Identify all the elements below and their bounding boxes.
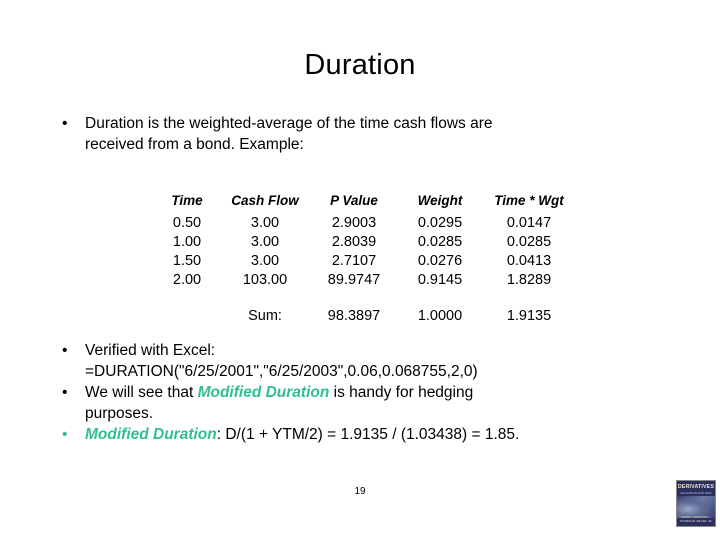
bullet-line-1: Duration is the weighted-average of the … bbox=[85, 115, 493, 132]
cell-cash-flow: 103.00 bbox=[242, 271, 288, 288]
cell-time-wgt: 0.0413 bbox=[506, 252, 552, 269]
bullet-text-pre: We will see that bbox=[85, 384, 198, 401]
slide-canvas: Duration • Duration is the weighted-aver… bbox=[0, 0, 720, 540]
column-header-weight: Weight bbox=[417, 193, 463, 208]
sum-p-value: 98.3897 bbox=[327, 308, 381, 324]
sum-weight: 1.0000 bbox=[417, 308, 463, 324]
cell-weight: 0.0295 bbox=[417, 214, 463, 231]
bullet-item-duration-definition-cont: received from a bond. Example: bbox=[56, 134, 676, 155]
book-authors: DAVID A. DUBOFSKY / THOMAS W. MILLER, JR… bbox=[679, 515, 713, 523]
bullet-marker-icon: • bbox=[62, 342, 68, 359]
term-modified-duration: Modified Duration bbox=[197, 384, 330, 401]
cell-time: 2.00 bbox=[172, 271, 202, 288]
table-row: 1.00 3.00 2.8039 0.0285 0.0285 bbox=[155, 232, 575, 251]
cell-time-wgt: 1.8289 bbox=[506, 271, 552, 288]
cell-cash-flow: 3.00 bbox=[250, 233, 280, 250]
bullet-item-excel-formula: =DURATION("6/25/2001","6/25/2003",0.06,0… bbox=[56, 361, 676, 382]
sum-label: Sum: bbox=[248, 308, 282, 324]
spacer-cell bbox=[155, 289, 575, 306]
bullet-item-modified-duration-hedging-cont: purposes. bbox=[56, 403, 676, 424]
table-spacer-row bbox=[155, 289, 575, 306]
book-cover-logo: DERIVATIVES VALUATION AND RISK MANAGEMEN… bbox=[676, 480, 716, 527]
sum-time-wgt: 1.9135 bbox=[506, 308, 552, 324]
cell-time-wgt: 0.0285 bbox=[506, 233, 552, 250]
cell-p-value: 2.9003 bbox=[331, 214, 377, 231]
table-row: 1.50 3.00 2.7107 0.0276 0.0413 bbox=[155, 251, 575, 270]
column-header-cash-flow: Cash Flow bbox=[231, 193, 299, 208]
cell-cash-flow: 3.00 bbox=[250, 214, 280, 231]
cell-weight: 0.0276 bbox=[417, 252, 463, 269]
bullet-marker-icon: • bbox=[62, 384, 68, 401]
table-sum-row: Sum: 98.3897 1.0000 1.9135 bbox=[155, 306, 575, 326]
cell-p-value: 89.9747 bbox=[327, 271, 381, 288]
column-header-p-value: P Value bbox=[330, 193, 378, 208]
term-modified-duration: Modified Duration bbox=[85, 426, 217, 443]
bullet-item-duration-definition: • Duration is the weighted-average of th… bbox=[56, 113, 676, 134]
bullet-item-modified-duration-formula: • Modified Duration: D/(1 + YTM/2) = 1.9… bbox=[56, 424, 676, 445]
cell-time: 1.00 bbox=[172, 233, 202, 250]
duration-table: Time Cash Flow P Value Weight Time * Wgt… bbox=[155, 190, 575, 326]
bullet-list-bottom: • Verified with Excel: =DURATION("6/25/2… bbox=[56, 340, 676, 445]
table-row: 0.50 3.00 2.9003 0.0295 0.0147 bbox=[155, 213, 575, 232]
bullet-list-top: • Duration is the weighted-average of th… bbox=[56, 113, 676, 155]
cell-weight: 0.0285 bbox=[417, 233, 463, 250]
modified-duration-formula: : D/(1 + YTM/2) = 1.9135 / (1.03438) = 1… bbox=[216, 426, 520, 443]
column-header-time-wgt: Time * Wgt bbox=[494, 193, 564, 208]
table-row: 2.00 103.00 89.9747 0.9145 1.8289 bbox=[155, 270, 575, 289]
bullet-line-2: received from a bond. Example: bbox=[85, 136, 304, 153]
bullet-marker-icon: • bbox=[62, 115, 68, 132]
duration-table-wrapper: Time Cash Flow P Value Weight Time * Wgt… bbox=[155, 190, 575, 326]
book-title: DERIVATIVES bbox=[677, 484, 715, 490]
bullet-line-2: purposes. bbox=[85, 405, 154, 422]
cell-time: 1.50 bbox=[172, 252, 202, 269]
table-header-row: Time Cash Flow P Value Weight Time * Wgt bbox=[155, 190, 575, 213]
cell-cash-flow: 3.00 bbox=[250, 252, 280, 269]
bullet-line-1: Verified with Excel: bbox=[85, 342, 216, 359]
cell-time: 0.50 bbox=[172, 214, 202, 231]
bullet-text-post: is handy for hedging bbox=[329, 384, 474, 401]
cell-time-wgt: 0.0147 bbox=[506, 214, 552, 231]
sum-empty-cell bbox=[155, 306, 219, 326]
bullet-item-modified-duration-hedging: • We will see that Modified Duration is … bbox=[56, 382, 676, 403]
page-number: 19 bbox=[354, 486, 366, 497]
cell-p-value: 2.8039 bbox=[331, 233, 377, 250]
cell-weight: 0.9145 bbox=[417, 271, 463, 288]
excel-formula-text: =DURATION("6/25/2001","6/25/2003",0.06,0… bbox=[85, 363, 478, 380]
bullet-item-verified-excel: • Verified with Excel: bbox=[56, 340, 676, 361]
bullet-marker-icon: • bbox=[62, 426, 68, 443]
page-title: Duration bbox=[304, 49, 416, 81]
cell-p-value: 2.7107 bbox=[331, 252, 377, 269]
column-header-time: Time bbox=[171, 193, 203, 208]
